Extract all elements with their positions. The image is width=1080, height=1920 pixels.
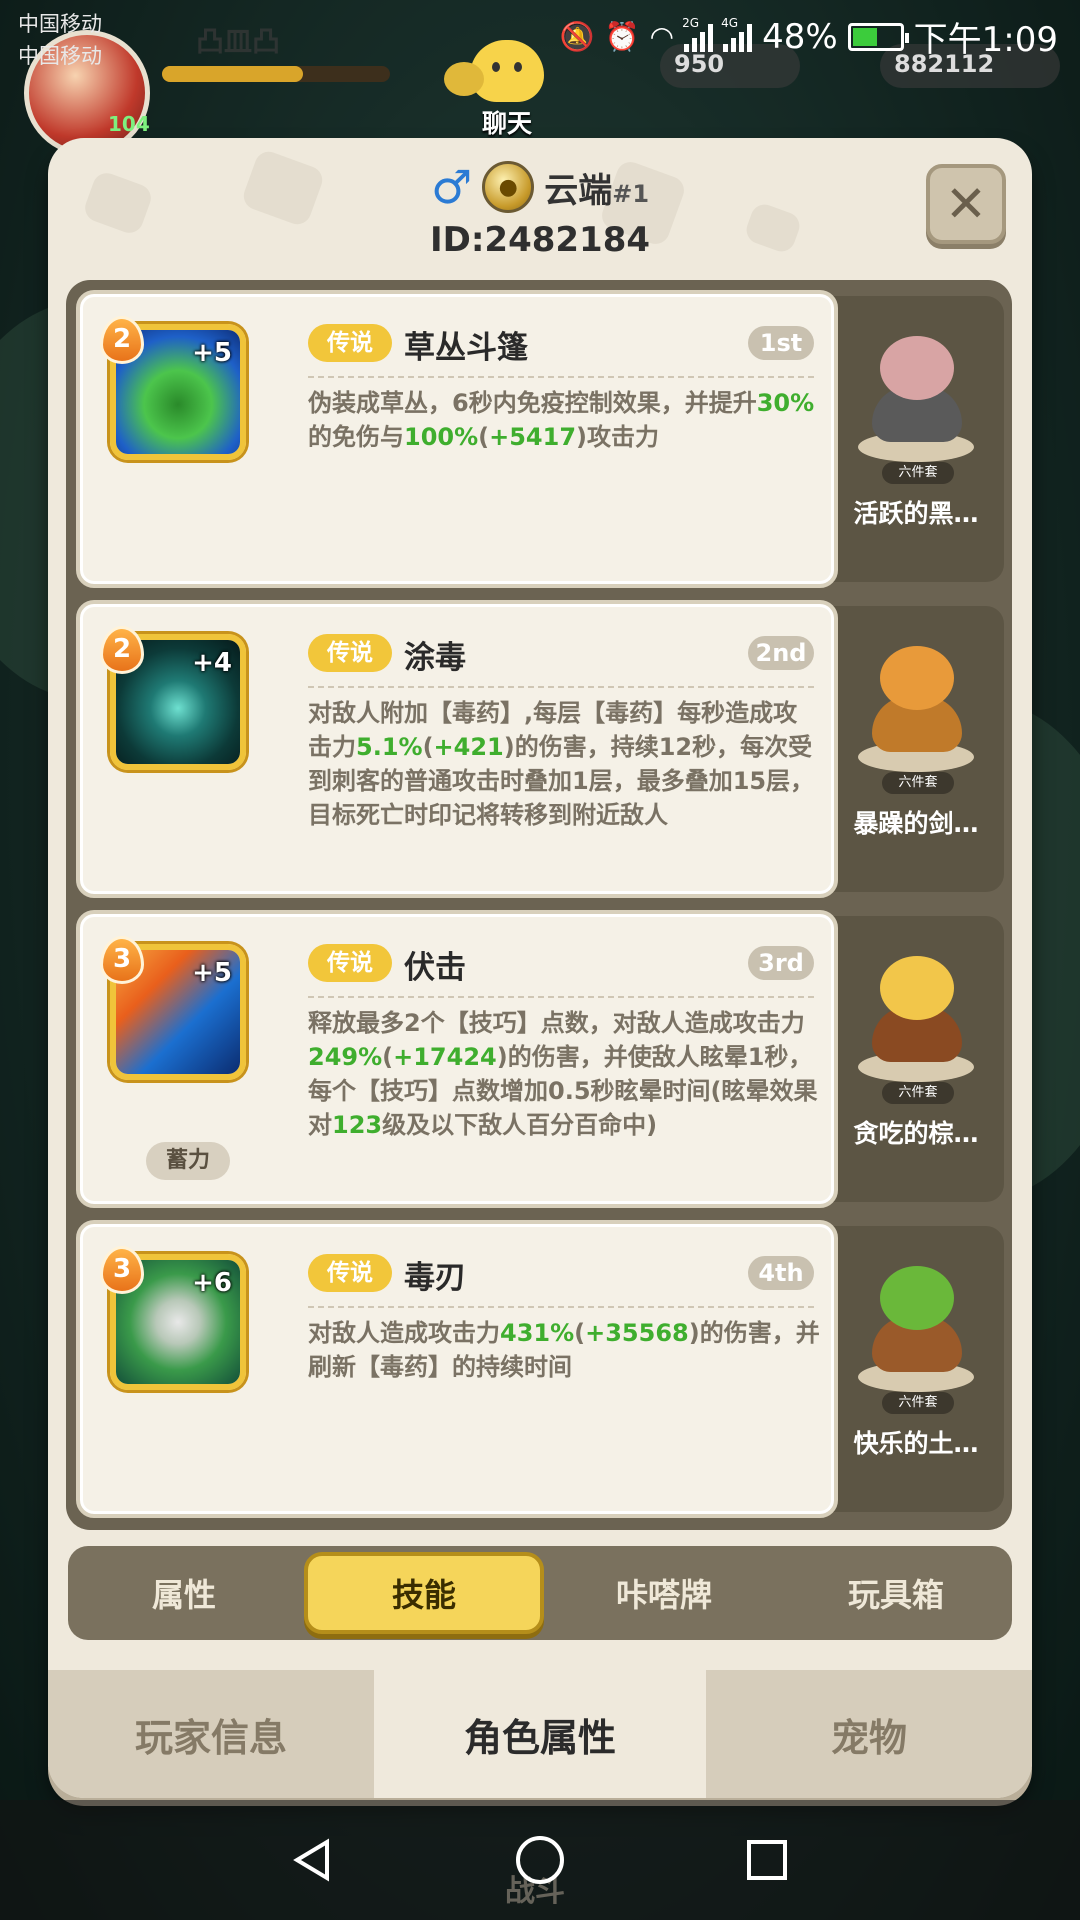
skill-card[interactable]: 2 +5 传说 草丛斗篷 1st 伪装成草丛，6秒内免疫控制效果，并提升30%的… bbox=[76, 290, 838, 588]
charge-badge: 蓄力 bbox=[146, 1142, 230, 1180]
sub-tab-bar: 属性 技能 咔嗒牌 玩具箱 bbox=[68, 1546, 1012, 1640]
close-button[interactable]: ✕ bbox=[926, 164, 1006, 244]
player-info-dialog: ♂ ● 云端#1 ID:2482184 ✕ 六件套 活跃的黑… 2 +5 传说 … bbox=[48, 138, 1032, 1798]
recents-icon bbox=[746, 1840, 787, 1880]
skill-name: 伏击 bbox=[404, 950, 466, 986]
pet-mole-figure bbox=[858, 1258, 974, 1392]
carrier-1: 中国移动 bbox=[18, 12, 102, 36]
skill-description: 释放最多2个【技巧】点数，对敌人造成攻击力249%(+17424)的伤害，并使敌… bbox=[308, 1009, 818, 1139]
clock: 下午1:09 bbox=[913, 20, 1058, 60]
set-badge: 六件套 bbox=[882, 1392, 954, 1414]
skill-order: 3rd bbox=[748, 946, 814, 980]
pet-name: 贪吃的棕… bbox=[853, 1119, 979, 1148]
set-badge: 六件套 bbox=[882, 1082, 954, 1104]
profile-header: ♂ ● 云端#1 ID:2482184 bbox=[48, 158, 1032, 260]
skill-description: 对敌人附加【毒药】,每层【毒药】每秒造成攻击力5.1%(+421)的伤害，持续1… bbox=[308, 699, 815, 829]
divider bbox=[308, 376, 814, 378]
tab-cards[interactable]: 咔嗒牌 bbox=[548, 1552, 780, 1634]
pet-name: 暴躁的剑… bbox=[853, 809, 979, 838]
signal-2g-icon: 2G bbox=[682, 16, 714, 52]
skill-card[interactable]: 3 +6 传说 毒刃 4th 对敌人造成攻击力431%(+35568)的伤害，并… bbox=[76, 1220, 838, 1518]
pet-dog-figure bbox=[858, 638, 974, 772]
skill-card[interactable]: 2 +4 传说 涂毒 2nd 对敌人附加【毒药】,每层【毒药】每秒造成攻击力5.… bbox=[76, 600, 838, 898]
tab-character-attributes[interactable]: 角色属性 bbox=[377, 1670, 706, 1798]
wifi-icon: ◠ bbox=[649, 20, 675, 53]
tab-player-info[interactable]: 玩家信息 bbox=[48, 1670, 377, 1798]
skill-plus: +5 bbox=[192, 958, 232, 988]
skill-row[interactable]: 六件套 快乐的土… 3 +6 传说 毒刃 4th 对敌人造成攻击力431%(+3… bbox=[76, 1220, 1004, 1518]
battery-percent: 48% bbox=[762, 16, 838, 57]
pet-slot[interactable]: 六件套 暴躁的剑… bbox=[828, 606, 1004, 892]
signal-4g-icon: 4G bbox=[721, 16, 753, 52]
skill-plus: +5 bbox=[192, 338, 232, 368]
skill-order: 2nd bbox=[748, 636, 814, 670]
alarm-icon: ⏰ bbox=[604, 20, 640, 53]
player-level: 104 bbox=[108, 112, 150, 136]
home-icon bbox=[515, 1836, 564, 1884]
navigation-bar bbox=[0, 1800, 1080, 1920]
set-badge: 六件套 bbox=[882, 462, 954, 484]
skill-card[interactable]: 3 +5 蓄力 传说 伏击 3rd 释放最多2个【技巧】点数，对敌人造成攻击力2… bbox=[76, 910, 838, 1208]
close-icon: ✕ bbox=[945, 175, 987, 233]
skill-plus: +4 bbox=[192, 648, 232, 678]
pet-name: 快乐的土… bbox=[853, 1429, 979, 1458]
male-icon: ♂ bbox=[430, 160, 473, 214]
pet-bear-figure bbox=[858, 948, 974, 1082]
recents-button[interactable] bbox=[737, 1830, 797, 1890]
skill-list[interactable]: 六件套 活跃的黑… 2 +5 传说 草丛斗篷 1st 伪装成草丛，6秒内免疫控制… bbox=[66, 280, 1012, 1530]
tab-skills[interactable]: 技能 bbox=[304, 1552, 544, 1634]
profile-id: ID:2482184 bbox=[429, 220, 651, 260]
skill-order: 4th bbox=[748, 1256, 814, 1290]
rarity-tag: 传说 bbox=[308, 944, 392, 982]
rarity-tag: 传说 bbox=[308, 324, 392, 362]
pet-slot[interactable]: 六件套 快乐的土… bbox=[828, 1226, 1004, 1512]
tab-pets[interactable]: 宠物 bbox=[706, 1670, 1032, 1798]
mute-icon: 🔕 bbox=[559, 20, 595, 53]
main-tab-bar: 玩家信息 角色属性 宠物 bbox=[48, 1670, 1032, 1798]
rarity-tag: 传说 bbox=[308, 1254, 392, 1292]
skill-description: 伪装成草丛，6秒内免疫控制效果，并提升30%的免伤与100%(+5417)攻击力 bbox=[308, 389, 815, 451]
skill-description: 对敌人造成攻击力431%(+35568)的伤害，并刷新【毒药】的持续时间 bbox=[308, 1319, 820, 1381]
pet-name: 活跃的黑… bbox=[853, 499, 979, 528]
back-button[interactable] bbox=[283, 1830, 343, 1890]
chat-label: 聊天 bbox=[481, 109, 532, 138]
profile-rank: #1 bbox=[612, 179, 650, 208]
divider bbox=[308, 996, 814, 998]
pet-boar-figure bbox=[858, 328, 974, 462]
skill-name: 毒刃 bbox=[404, 1260, 466, 1296]
status-bar: 中国移动 中国移动 🔕 ⏰ ◠ 2G 4G 48% 下午1:09 bbox=[0, 0, 1080, 70]
rank-medal-icon: ● bbox=[482, 161, 535, 213]
tab-toybox[interactable]: 玩具箱 bbox=[780, 1552, 1012, 1634]
skill-name: 涂毒 bbox=[404, 640, 466, 676]
back-icon bbox=[293, 1838, 330, 1882]
battery-icon bbox=[847, 22, 909, 51]
home-button[interactable] bbox=[510, 1830, 570, 1890]
skill-row[interactable]: 六件套 贪吃的棕… 3 +5 蓄力 传说 伏击 3rd 释放最多2个【技巧】点数… bbox=[76, 910, 1004, 1208]
divider bbox=[308, 686, 814, 688]
carrier-2: 中国移动 bbox=[18, 44, 102, 68]
skill-row[interactable]: 六件套 活跃的黑… 2 +5 传说 草丛斗篷 1st 伪装成草丛，6秒内免疫控制… bbox=[76, 290, 1004, 588]
skill-row[interactable]: 六件套 暴躁的剑… 2 +4 传说 涂毒 2nd 对敌人附加【毒药】,每层【毒药… bbox=[76, 600, 1004, 898]
skill-name: 草丛斗篷 bbox=[404, 330, 528, 366]
rarity-tag: 传说 bbox=[308, 634, 392, 672]
tab-attributes[interactable]: 属性 bbox=[68, 1552, 300, 1634]
profile-name: 云端 bbox=[544, 170, 613, 211]
divider bbox=[308, 1306, 814, 1308]
skill-order: 1st bbox=[748, 326, 814, 360]
skill-plus: +6 bbox=[192, 1268, 232, 1298]
set-badge: 六件套 bbox=[882, 772, 954, 794]
pet-slot[interactable]: 六件套 贪吃的棕… bbox=[828, 916, 1004, 1202]
pet-slot[interactable]: 六件套 活跃的黑… bbox=[828, 296, 1004, 582]
